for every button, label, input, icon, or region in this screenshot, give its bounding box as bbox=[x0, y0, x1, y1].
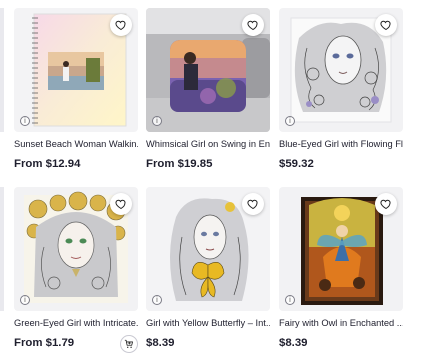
partial-thumbnail-left bbox=[0, 187, 4, 311]
info-icon[interactable]: i bbox=[20, 295, 30, 305]
add-to-cart-icon[interactable] bbox=[120, 335, 138, 353]
product-title[interactable]: Green-Eyed Girl with Intricate... bbox=[14, 318, 138, 328]
product-card[interactable]: i Girl with Yellow Butterfly – Int... $8… bbox=[146, 187, 270, 357]
product-price: From $19.85 bbox=[146, 158, 213, 170]
product-title[interactable]: Girl with Yellow Butterfly – Int... bbox=[146, 318, 270, 328]
heart-outline-icon[interactable] bbox=[242, 14, 264, 36]
info-icon[interactable]: i bbox=[285, 116, 295, 126]
product-title[interactable]: Whimsical Girl on Swing in En... bbox=[146, 139, 270, 149]
product-price: From $12.94 bbox=[14, 158, 81, 170]
product-card[interactable]: i Green-Eyed Girl with Intricate... From… bbox=[14, 187, 138, 357]
product-price: $59.32 bbox=[279, 158, 314, 170]
info-icon[interactable]: i bbox=[285, 295, 295, 305]
product-card[interactable]: i Whimsical Girl on Swing in En... From … bbox=[146, 8, 270, 178]
product-title[interactable]: Fairy with Owl in Enchanted ... bbox=[279, 318, 403, 328]
partial-thumbnail-left bbox=[0, 8, 4, 132]
product-price: $8.39 bbox=[279, 337, 308, 349]
info-icon[interactable]: i bbox=[20, 116, 30, 126]
heart-outline-icon[interactable] bbox=[110, 14, 132, 36]
heart-outline-icon[interactable] bbox=[242, 193, 264, 215]
product-price: From $1.79 bbox=[14, 337, 75, 349]
product-card[interactable]: i Sunset Beach Woman Walkin... From $12.… bbox=[14, 8, 138, 178]
product-price: $8.39 bbox=[146, 337, 175, 349]
product-card[interactable]: i Fairy with Owl in Enchanted ... $8.39 bbox=[279, 187, 403, 357]
heart-outline-icon[interactable] bbox=[375, 193, 397, 215]
product-title[interactable]: Sunset Beach Woman Walkin... bbox=[14, 139, 138, 149]
heart-outline-icon[interactable] bbox=[375, 14, 397, 36]
product-card[interactable]: i Blue-Eyed Girl with Flowing Fl... $59.… bbox=[279, 8, 403, 178]
info-icon[interactable]: i bbox=[152, 116, 162, 126]
product-title[interactable]: Blue-Eyed Girl with Flowing Fl... bbox=[279, 139, 403, 149]
info-icon[interactable]: i bbox=[152, 295, 162, 305]
heart-outline-icon[interactable] bbox=[110, 193, 132, 215]
